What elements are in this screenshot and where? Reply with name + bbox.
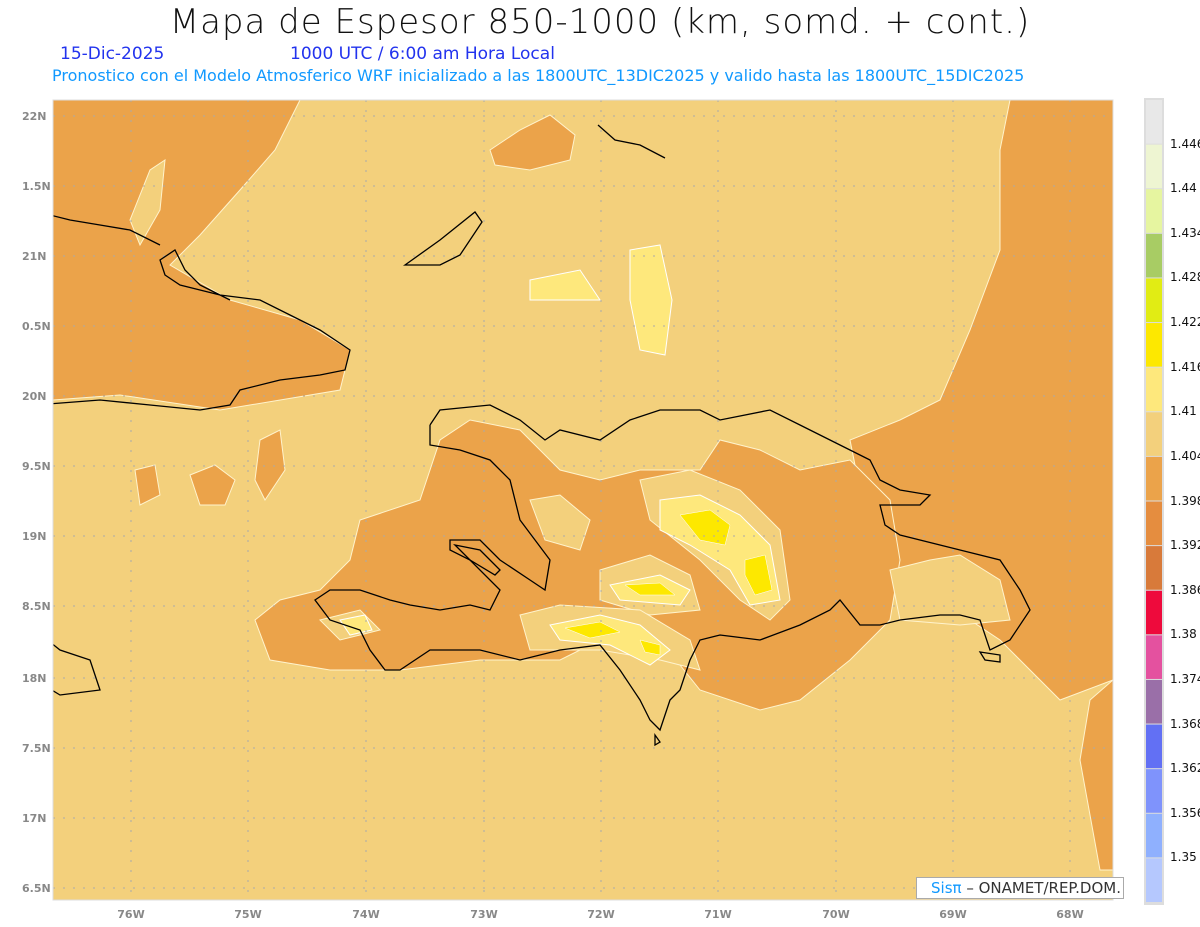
lon-label: 75W [234,908,261,921]
latitude-labels: 22N 1.5N 21N 0.5N 20N 9.5N 19N 8.5N 18N … [22,110,51,895]
colorbar-label: 1.374 [1170,671,1200,686]
colorbar-label: 1.428 [1170,270,1200,285]
colorbar-label: 1.404 [1170,448,1200,463]
colorbar-swatch [1146,189,1162,233]
colorbar-label: 1.392 [1170,538,1200,553]
colorbar-label: 1.422 [1170,315,1200,330]
lat-label: 17N [22,812,47,825]
colorbar-label: 1.434 [1170,225,1200,240]
colorbar-label: 1.398 [1170,493,1200,508]
colorbar-swatch [1146,367,1162,412]
colorbar-swatch [1146,456,1162,501]
lon-label: 68W [1056,908,1083,921]
colorbar-label: 1.368 [1170,716,1200,731]
colorbar-label: 1.386 [1170,582,1200,597]
colorbar-swatch [1146,679,1162,724]
colorbar-label: 1.41 [1170,404,1197,419]
colorbar-swatch [1146,412,1162,456]
longitude-labels: 76W 75W 74W 73W 72W 71W 70W 69W 68W [117,908,1083,921]
colorbar-label: 1.446 [1170,136,1200,151]
lat-label: 9.5N [22,460,51,473]
lon-label: 69W [939,908,966,921]
colorbar-swatch [1146,769,1162,813]
lon-label: 71W [704,908,731,921]
credit-brand: Sisπ [931,879,962,897]
lon-label: 70W [822,908,849,921]
credit-text: – ONAMET/REP.DOM. [966,879,1121,897]
lat-label: 6.5N [22,882,51,895]
lat-label: 7.5N [22,742,51,755]
colorbar-label: 1.362 [1170,761,1200,776]
lat-label: 0.5N [22,320,51,333]
colorbar-label: 1.44 [1170,181,1197,196]
colorbar-swatch [1146,501,1162,546]
lat-label: 8.5N [22,600,51,613]
colorbar-label: 1.35 [1170,850,1197,865]
lat-label: 19N [22,530,47,543]
colorbar-swatch [1146,724,1162,769]
lon-label: 74W [352,908,379,921]
colorbar-swatch [1146,144,1162,189]
thickness-map: 22N 1.5N 21N 0.5N 20N 9.5N 19N 8.5N 18N … [22,98,1164,921]
colorbar-swatch [1146,590,1162,635]
colorbar-label: 1.356 [1170,805,1200,820]
colorbar-swatch [1146,233,1162,278]
lon-label: 73W [470,908,497,921]
colorbar-swatch [1146,323,1162,367]
lon-label: 72W [587,908,614,921]
colorbar-swatch [1146,100,1162,144]
colorbar-swatch [1146,278,1162,323]
colorbar-swatch [1146,858,1162,902]
lat-label: 1.5N [22,180,51,193]
colorbar-swatch [1146,546,1162,590]
lat-label: 22N [22,110,47,123]
lat-label: 18N [22,672,47,685]
colorbar-swatch [1146,813,1162,858]
lat-label: 21N [22,250,47,263]
colorbar-label: 1.38 [1170,627,1197,642]
colorbar [1144,98,1164,905]
lon-label: 76W [117,908,144,921]
colorbar-swatch [1146,635,1162,679]
credit-box: Sisπ – ONAMET/REP.DOM. [916,877,1124,899]
colorbar-label: 1.416 [1170,359,1200,374]
lat-label: 20N [22,390,47,403]
